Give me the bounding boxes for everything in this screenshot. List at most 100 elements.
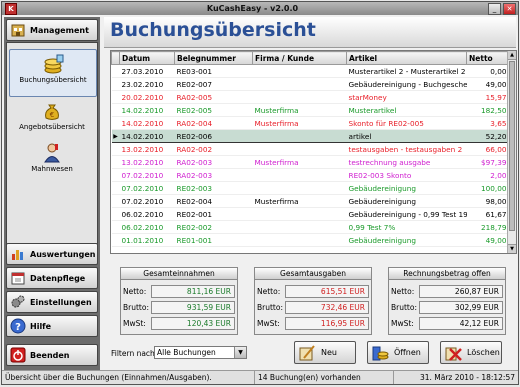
nav-auswertungen[interactable]: Auswertungen [6,243,98,265]
cell-datum: 06.02.2010 [119,220,175,234]
table-row[interactable]: 13.02.2010 RA02-003 Musterfirma testrechnun… [111,155,509,169]
cell-netto: 49,00 [466,233,509,247]
nav-beenden[interactable]: Beenden [6,344,98,366]
cell-firma: Musterfirma [252,194,347,208]
sidebar: Management Buchungsübersicht € Angebotsü… [4,17,100,370]
cell-datum: 07.02.2010 [119,168,175,182]
offen-brutto-value: 302,99 EUR [419,300,503,314]
nav-datenpflege[interactable]: Datenpflege [6,267,98,289]
cell-artikel: 0,99 Test 7% [346,220,467,234]
close-button[interactable]: ✕ [503,2,516,15]
window-title: KuCashEasy - v2.0.0 [206,4,299,13]
cell-netto: 182,50 [466,103,509,117]
cell-datum: 07.02.2010 [119,181,175,195]
table-row[interactable]: 14.02.2010 RE02-005 Musterfirma Musterartik… [111,103,509,117]
cell-artikel: Musterartikel [346,103,467,117]
column-firma[interactable]: Firma / Kunde [252,51,347,65]
page-header: Buchungsübersicht [104,17,516,48]
table-row[interactable]: 06.02.2010 RE02-002 0,99 Test 7% 218,79 [111,220,509,234]
einnahmen-brutto-value: 931,59 EUR [151,300,235,314]
row-indicator-icon [111,194,120,208]
table-row[interactable]: 27.03.2010 RE03-001 Musterartikel 2 - Must… [111,64,509,78]
table-row[interactable]: 20.02.2010 RA02-005 starMoney 15,97 [111,90,509,104]
filter-value: Alle Buchungen [157,348,216,357]
scroll-up-icon[interactable]: ▲ [508,51,516,60]
open-button[interactable]: Öffnen [367,341,429,364]
cell-belegnummer: RE02-005 [174,103,253,117]
cell-belegnummer: RE02-007 [174,77,253,91]
nav-label: Beenden [30,350,70,360]
delete-button-label: Löschen [467,348,500,357]
cell-belegnummer: RA02-002 [174,142,253,156]
column-indicator [111,51,120,65]
bookings-table[interactable]: Datum Belegnummer Firma / Kunde Artikel … [110,50,517,254]
delete-button[interactable]: Löschen [440,341,502,364]
sidebar-item-buchungsuebersicht[interactable]: Buchungsübersicht [9,49,97,97]
sidebar-item-angebotsuebersicht[interactable]: € Angebotsübersicht [9,101,95,139]
summary-label: MwSt: [123,318,146,328]
nav-hilfe[interactable]: ? Hilfe [6,315,98,337]
column-datum[interactable]: Datum [119,51,175,65]
table-row[interactable]: 13.02.2010 RA02-002 testausgaben - testaus… [111,142,509,156]
cell-artikel: Gebäudereinigung [346,233,467,247]
cell-firma [252,233,347,247]
table-row[interactable]: ▶ 14.02.2010 RE02-006 artikel 52,20 [111,129,509,143]
cell-netto: 2,00 [466,168,509,182]
table-row[interactable]: 07.02.2010 RA02-003 RE02-003 Skonto 2,00 [111,168,509,182]
cell-firma [252,168,347,182]
chevron-down-icon[interactable]: ▼ [234,347,246,358]
summary-label: Brutto: [257,302,283,312]
cell-belegnummer: RE01-001 [174,233,253,247]
cell-firma: Musterfirma [252,103,347,117]
nav-einstellungen[interactable]: Einstellungen [6,291,98,313]
cell-artikel: artikel [346,129,467,143]
cell-firma [252,90,347,104]
new-button[interactable]: Neu [294,341,356,364]
pen-paper-icon [298,344,316,362]
table-row[interactable]: 14.02.2010 RA02-004 Musterfirma Skonto für … [111,116,509,130]
cell-datum: 23.02.2010 [119,77,175,91]
vertical-scrollbar[interactable]: ▲ ▼ [507,51,516,253]
ausgaben-mwst-value: 116,95 EUR [285,316,369,330]
minimize-button[interactable]: _ [488,2,501,15]
sidebar-item-mahnwesen[interactable]: Mahnwesen [9,143,95,181]
summary-label: Brutto: [391,302,417,312]
cell-artikel: starMoney [346,90,467,104]
cell-datum: 13.02.2010 [119,142,175,156]
cell-netto: 52,20 [466,129,509,143]
chart-icon [10,246,26,262]
money-bag-icon: € [41,101,63,121]
cell-netto: $97,39 [466,155,509,169]
cell-artikel: Musterartikel 2 - Musterartikel 2 [346,64,467,78]
cell-firma [252,142,347,156]
table-row[interactable]: 23.02.2010 RE02-007 Gebäudereinigung - Buc… [111,77,509,91]
table-row[interactable]: 06.02.2010 RE02-001 Gebäudereinigung - 0,9… [111,207,509,221]
cell-netto: 100,00 [466,181,509,195]
summary-einnahmen: Gesamteinnahmen Netto: 811,16 EUR Brutto:… [120,267,238,335]
scroll-thumb[interactable] [509,61,515,231]
table-row[interactable]: 07.02.2010 RE02-003 Gebäudereinigung 100,00 [111,181,509,195]
summary-ausgaben: Gesamtausgaben Netto: 615,51 EUR Brutto: 7… [254,267,372,335]
table-row[interactable]: 07.02.2010 RE02-004 Musterfirma Gebäuderein… [111,194,509,208]
row-indicator-icon: ▶ [111,129,120,143]
summary-offen: Rechnungsbetrag offen Netto: 260,87 EUR B… [388,267,506,335]
row-indicator-icon [111,90,120,104]
cell-artikel: Gebäudereinigung [346,194,467,208]
cell-datum: 14.02.2010 [119,129,175,143]
summary-label: Netto: [391,286,415,296]
nav-management[interactable]: Management [6,19,98,41]
summary-title: Gesamtausgaben [255,268,371,280]
filter-select[interactable]: Alle Buchungen ▼ [154,346,247,359]
status-message: Übersicht über die Buchungen (Einnahmen/… [2,371,255,384]
cell-belegnummer: RE02-004 [174,194,253,208]
column-belegnummer[interactable]: Belegnummer [174,51,253,65]
status-count: 14 Buchung(en) vorhanden [255,371,394,384]
column-netto[interactable]: Netto [466,51,509,65]
delete-icon [444,344,462,362]
row-indicator-icon [111,233,120,247]
table-row[interactable]: 01.01.2010 RE01-001 Gebäudereinigung 49,00 [111,233,509,247]
column-artikel[interactable]: Artikel [346,51,467,65]
scroll-down-icon[interactable]: ▼ [508,244,516,253]
app-logo-icon: K [5,2,17,15]
row-indicator-icon [111,207,120,221]
